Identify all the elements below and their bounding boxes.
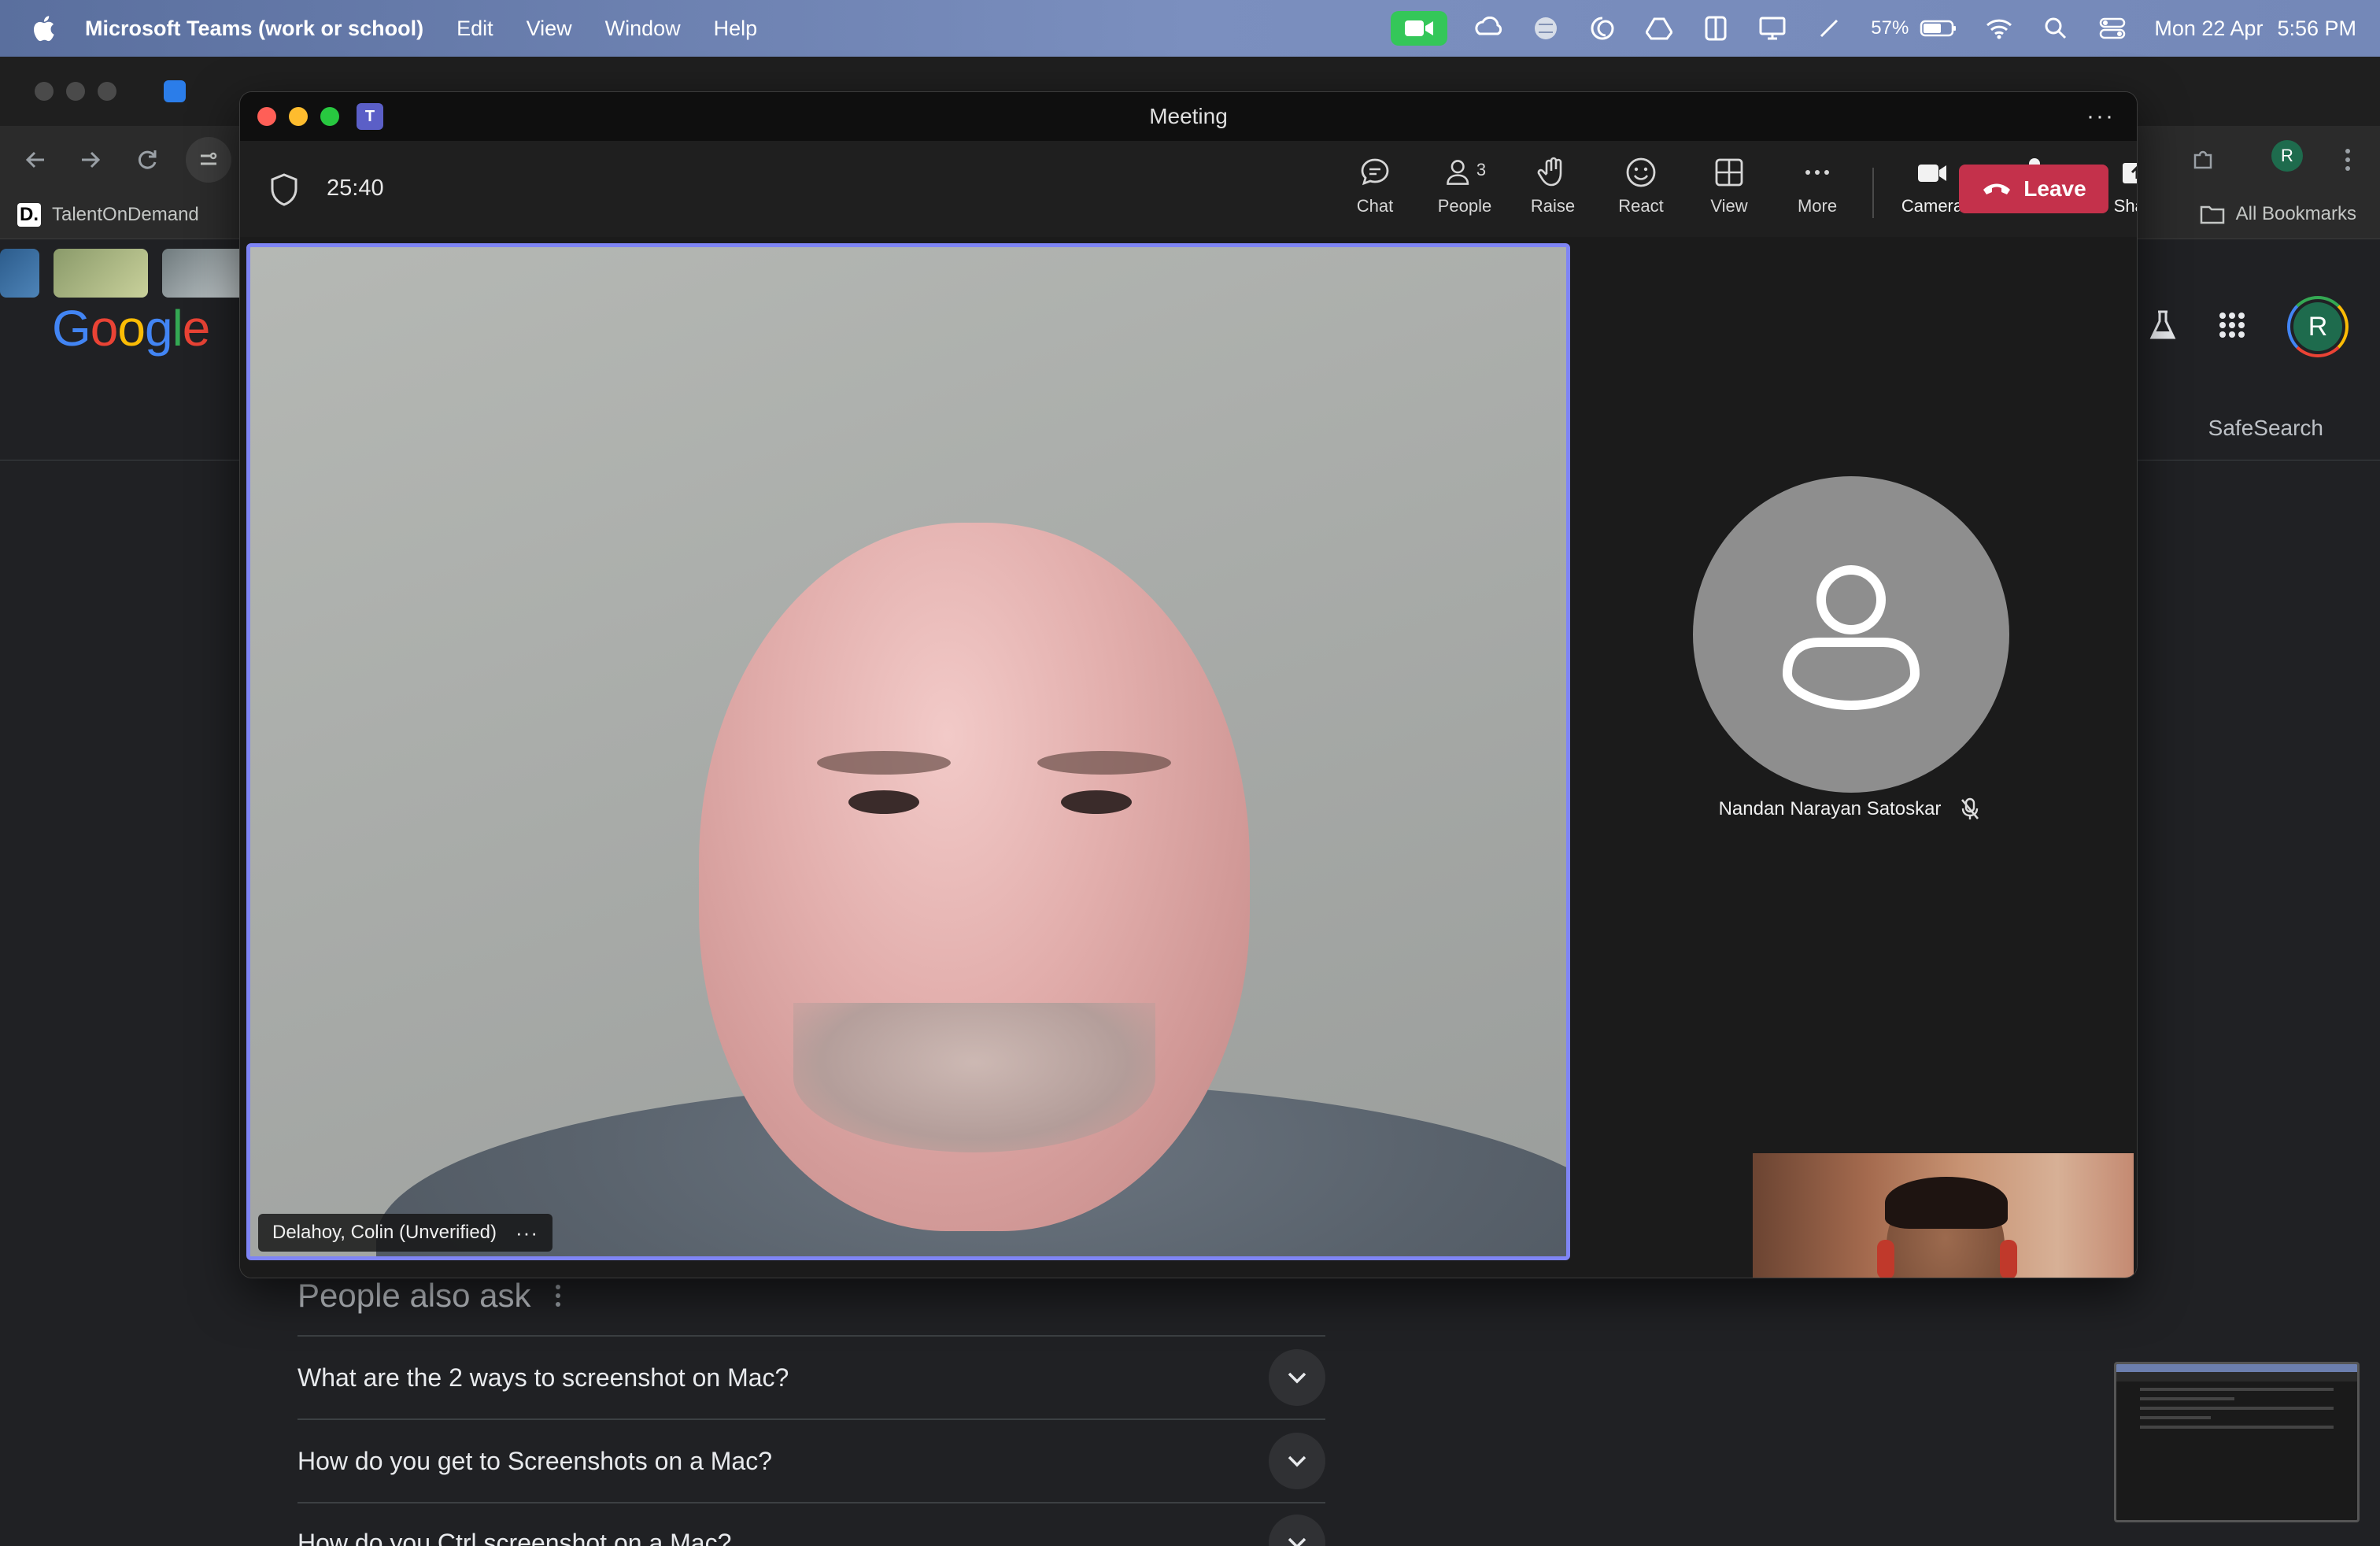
forward-arrow-icon[interactable] bbox=[72, 142, 109, 178]
paa-question[interactable]: How do you Ctrl screenshot on a Mac? bbox=[298, 1502, 1325, 1546]
chevron-down-icon[interactable] bbox=[1269, 1515, 1325, 1546]
active-app-name[interactable]: Microsoft Teams (work or school) bbox=[85, 17, 423, 41]
browser-window-controls[interactable] bbox=[35, 82, 116, 101]
chat-icon bbox=[1361, 158, 1389, 186]
participant-name: Nandan Narayan Satoskar bbox=[1594, 797, 2105, 821]
shield-icon[interactable] bbox=[268, 172, 300, 207]
display-icon[interactable] bbox=[1757, 13, 1787, 43]
paa-question[interactable]: How do you get to Screenshots on a Mac? bbox=[298, 1418, 1325, 1502]
leave-meeting-button[interactable]: Leave bbox=[1959, 165, 2108, 213]
self-video-preview[interactable] bbox=[1753, 1153, 2134, 1278]
more-button[interactable]: More bbox=[1779, 155, 1855, 226]
raise-hand-button[interactable]: Raise bbox=[1515, 155, 1591, 226]
minimize-window-button[interactable] bbox=[289, 107, 308, 126]
menu-help[interactable]: Help bbox=[714, 17, 758, 41]
meeting-stage: Delahoy, Colin (Unverified) ··· Nandan N… bbox=[240, 237, 2137, 1278]
participant-name-tag[interactable]: Delahoy, Colin (Unverified) ··· bbox=[258, 1214, 552, 1252]
window-more-options-icon[interactable]: ··· bbox=[2086, 103, 2115, 130]
battery-icon[interactable] bbox=[1920, 13, 1957, 43]
image-thumbnails bbox=[0, 249, 257, 298]
browser-menu-icon[interactable] bbox=[2330, 142, 2366, 178]
people-button[interactable]: 3 People bbox=[1427, 155, 1502, 226]
wifi-icon[interactable] bbox=[1984, 13, 2014, 43]
google-logo[interactable]: Google bbox=[52, 299, 210, 357]
share-screen-icon bbox=[2123, 163, 2137, 183]
thumbnail[interactable] bbox=[0, 249, 39, 298]
sidebar-split-icon[interactable] bbox=[1701, 13, 1731, 43]
teams-logo-icon: T bbox=[357, 103, 383, 130]
back-arrow-icon[interactable] bbox=[17, 142, 54, 178]
people-count: 3 bbox=[1476, 160, 1487, 179]
apple-icon[interactable] bbox=[30, 13, 57, 44]
grid-view-icon bbox=[1715, 158, 1743, 187]
bookmark-talentondemand[interactable]: D. TalentOnDemand bbox=[17, 203, 199, 227]
mic-off-icon bbox=[1961, 797, 1979, 819]
talentondemand-logo-icon: D. bbox=[17, 203, 41, 227]
chevron-down-icon[interactable] bbox=[1269, 1433, 1325, 1489]
people-icon bbox=[1447, 160, 1469, 185]
toolbar-separator bbox=[1872, 168, 1874, 218]
apps-grid-icon[interactable] bbox=[2218, 311, 2246, 343]
zoom-window-button[interactable] bbox=[320, 107, 339, 126]
chat-button[interactable]: Chat bbox=[1337, 155, 1413, 226]
video-call-status-icon[interactable] bbox=[1391, 11, 1448, 46]
thumbnail[interactable] bbox=[54, 249, 148, 298]
meeting-timer: 25:40 bbox=[327, 176, 384, 201]
menubar-date[interactable]: Mon 22 Apr bbox=[2154, 17, 2263, 41]
person-icon bbox=[1782, 565, 1920, 711]
close-window-button[interactable] bbox=[257, 107, 276, 126]
control-center-icon[interactable] bbox=[2097, 13, 2127, 43]
globe-icon[interactable] bbox=[1531, 13, 1561, 43]
extensions-icon[interactable] bbox=[2185, 142, 2221, 178]
profile-avatar[interactable]: R bbox=[2271, 140, 2303, 172]
menu-edit[interactable]: Edit bbox=[456, 17, 493, 41]
more-options-icon[interactable] bbox=[555, 1284, 561, 1307]
camera-icon bbox=[1918, 165, 1946, 182]
spiral-icon[interactable] bbox=[1587, 13, 1617, 43]
creative-cloud-icon[interactable] bbox=[1474, 13, 1504, 43]
chevron-down-icon[interactable] bbox=[1269, 1349, 1325, 1406]
teams-title-bar: T Meeting ··· bbox=[240, 92, 2137, 141]
screenshot-thumbnail-preview[interactable] bbox=[2114, 1362, 2360, 1522]
menubar-time[interactable]: 5:56 PM bbox=[2277, 17, 2356, 41]
participant-more-options-icon[interactable]: ··· bbox=[516, 1221, 538, 1245]
menu-bar: Microsoft Teams (work or school) Edit Vi… bbox=[0, 0, 2380, 57]
all-bookmarks[interactable]: All Bookmarks bbox=[2200, 203, 2356, 225]
reload-icon[interactable] bbox=[129, 142, 165, 178]
hang-up-icon bbox=[1983, 183, 2011, 194]
paa-question[interactable]: What are the 2 ways to screenshot on Mac… bbox=[298, 1335, 1325, 1418]
spotlight-search-icon[interactable] bbox=[2041, 13, 2071, 43]
smiley-icon bbox=[1626, 157, 1656, 187]
view-button[interactable]: View bbox=[1691, 155, 1767, 226]
teams-meeting-window: T Meeting ··· 25:40 Chat 3 People Raise … bbox=[239, 91, 2138, 1278]
folder-icon bbox=[2200, 205, 2224, 224]
google-account-avatar[interactable]: R bbox=[2287, 296, 2349, 357]
main-participant-video[interactable]: Delahoy, Colin (Unverified) ··· bbox=[246, 243, 1570, 1260]
participant-avatar[interactable] bbox=[1693, 476, 2009, 793]
more-icon bbox=[1805, 170, 1829, 175]
battery-percentage: 57% bbox=[1871, 17, 1909, 39]
site-settings-icon[interactable] bbox=[186, 137, 231, 183]
pen-icon[interactable] bbox=[1814, 13, 1844, 43]
safesearch-link[interactable]: SafeSearch bbox=[2208, 416, 2323, 441]
drive-icon[interactable] bbox=[1644, 13, 1674, 43]
window-title: Meeting bbox=[1149, 104, 1228, 128]
people-also-ask-heading: People also ask bbox=[298, 1277, 561, 1315]
react-button[interactable]: React bbox=[1603, 155, 1679, 226]
menu-view[interactable]: View bbox=[527, 17, 572, 41]
meeting-toolbar: 25:40 Chat 3 People Raise React View Mor… bbox=[240, 141, 2137, 237]
google-header-actions: R bbox=[2149, 296, 2349, 357]
menu-window[interactable]: Window bbox=[605, 17, 681, 41]
labs-flask-icon[interactable] bbox=[2149, 309, 2177, 345]
hand-icon bbox=[1537, 157, 1562, 187]
browser-tab[interactable] bbox=[164, 76, 186, 107]
window-controls bbox=[257, 107, 339, 126]
